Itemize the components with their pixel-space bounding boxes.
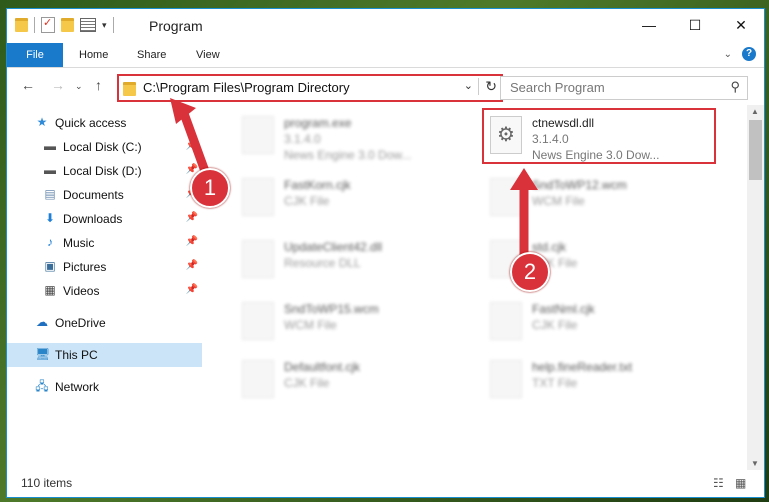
arrowhead-dll-file: [510, 168, 538, 190]
annotation-arrows: [170, 98, 538, 261]
arrow-to-address-bar: [177, 103, 211, 179]
callout-badge-2: 2: [510, 252, 550, 292]
callout-badge-1: 1: [190, 168, 230, 208]
